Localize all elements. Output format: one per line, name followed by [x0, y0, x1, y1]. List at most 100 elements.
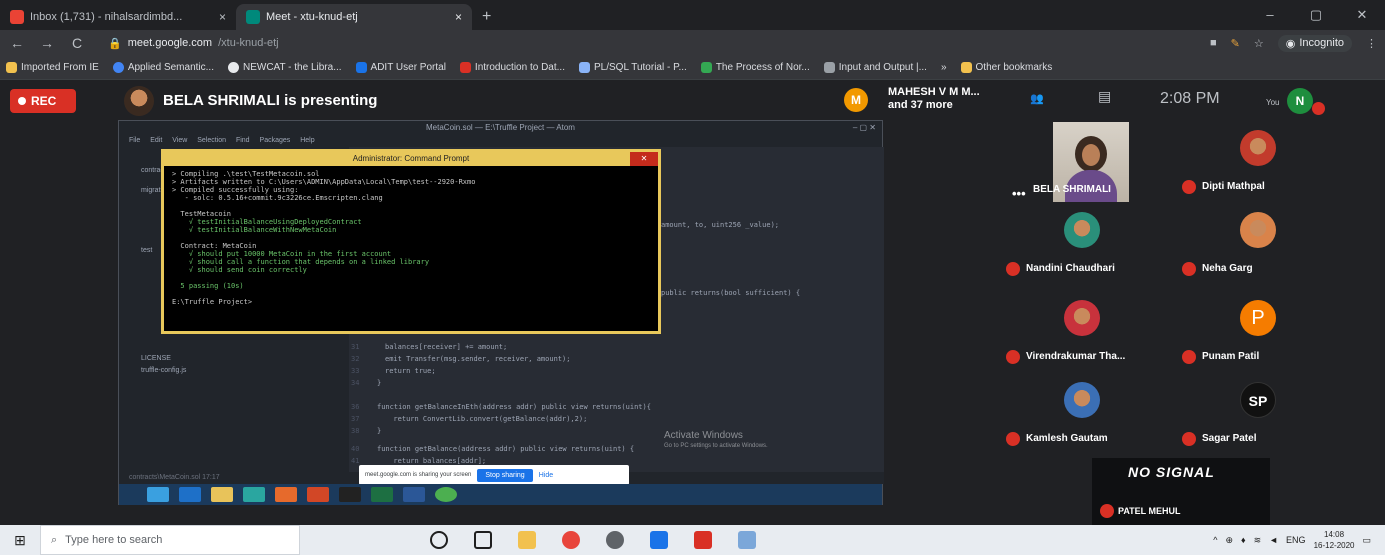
chat-icon[interactable]: ▤ [1098, 88, 1111, 105]
participant-tile[interactable]: Dipti Mathpal [1176, 122, 1336, 200]
line-number: 40 [351, 445, 360, 453]
bookmark-item[interactable]: NEWCAT - the Libra... [227, 62, 342, 73]
network-icon[interactable]: ⊕ [1225, 535, 1233, 546]
other-bookmarks[interactable]: Other bookmarks [960, 62, 1052, 73]
bookmark-item[interactable]: Input and Output |... [823, 62, 927, 73]
cmd-line: - solc: 0.5.16+commit.9c3226ce.Emscripte… [172, 194, 383, 202]
participant-tile[interactable]: P Punam Patil [1176, 292, 1336, 370]
bookmark-label: ADIT User Portal [370, 62, 446, 73]
no-signal-tile[interactable]: NO SIGNAL PATEL MEHUL [1092, 458, 1270, 525]
cortana-icon[interactable] [430, 531, 448, 549]
settings-icon[interactable] [606, 531, 624, 549]
minimize-button[interactable]: – [1247, 0, 1293, 30]
acrobat-icon[interactable] [694, 531, 712, 549]
close-window-button[interactable]: ✕ [1339, 0, 1385, 30]
site-icon [823, 62, 835, 73]
address-bar[interactable]: 🔒 meet.google.com/xtu-knud-etj [98, 33, 1198, 53]
system-tray: ^ ⊕ ♦ ≋ ◄ ENG 14:08 16-12-2020 ▭ [1213, 529, 1385, 551]
file-explorer-icon[interactable] [518, 531, 536, 549]
bookmark-item[interactable]: The Process of Nor... [700, 62, 810, 73]
window-controls: – ▢ ✕ [1247, 0, 1385, 30]
cmd-line: √ should put 10000 MetaCoin in the first… [172, 250, 392, 258]
share-banner-text: meet.google.com is sharing your screen [365, 472, 472, 478]
url-host: meet.google.com [127, 37, 213, 49]
bookmark-item[interactable]: ADIT User Portal [355, 62, 446, 73]
line-number: 31 [351, 343, 360, 351]
bookmarks-overflow[interactable]: » [941, 62, 947, 73]
code-line: } [377, 379, 382, 387]
wifi-icon[interactable]: ≋ [1254, 535, 1262, 546]
participant-tile[interactable]: SP Sagar Patel [1176, 374, 1336, 452]
ie-icon [179, 487, 201, 502]
participant-name: Neha Garg [1202, 263, 1253, 274]
cmd-line: > Artifacts written to C:\Users\ADMIN\Ap… [172, 178, 476, 186]
camera-icon[interactable]: ■ [1210, 37, 1217, 49]
shared-screen: MetaCoin.sol — E:\Truffle Project — Atom… [118, 120, 884, 505]
notification-center-icon[interactable]: ▭ [1362, 535, 1371, 546]
shared-taskbar [119, 484, 882, 505]
bookmark-item[interactable]: Introduction to Dat... [459, 62, 565, 73]
code-line: return ConvertLib.convert(getBalance(add… [385, 415, 588, 423]
participant-name: Sagar Patel [1202, 433, 1257, 444]
mail-icon[interactable] [650, 531, 668, 549]
self-avatar[interactable]: N [1287, 88, 1313, 114]
clock-time: 14:08 [1324, 530, 1345, 539]
maximize-button[interactable]: ▢ [1293, 0, 1339, 30]
participant-name: PATEL MEHUL [1118, 506, 1181, 516]
line-number: 38 [351, 427, 360, 435]
chevron-up-icon[interactable]: ^ [1213, 535, 1217, 545]
participant-avatar [1240, 212, 1276, 248]
chrome-icon[interactable] [562, 531, 580, 549]
task-view-icon[interactable] [474, 531, 492, 549]
network-drive-icon[interactable] [738, 531, 756, 549]
command-prompt-window: Administrator: Command Prompt ✕ > Compili… [161, 149, 661, 334]
windows-start-icon[interactable]: ⊞ [0, 532, 40, 549]
stop-sharing-button[interactable]: Stop sharing [477, 468, 533, 482]
others-label[interactable]: MAHESH V M M... and 37 more [888, 86, 980, 112]
close-tab-icon[interactable]: × [219, 10, 226, 24]
cmd-title: Administrator: Command Prompt [352, 154, 470, 163]
tab-strip: Inbox (1,731) - nihalsardimbd... × Meet … [0, 0, 1385, 30]
folder-icon [960, 62, 972, 73]
reload-button[interactable]: C [68, 35, 86, 51]
bookmark-item[interactable]: Applied Semantic... [112, 62, 214, 73]
presenter-face [1075, 136, 1107, 172]
bluetooth-icon[interactable]: ♦ [1241, 535, 1246, 545]
volume-icon[interactable]: ◄ [1269, 535, 1278, 545]
line-number: 33 [351, 367, 360, 375]
taskbar-search[interactable]: ⌕ Type here to search [40, 525, 300, 555]
taskbar-clock[interactable]: 14:08 16-12-2020 [1314, 529, 1355, 551]
incognito-badge[interactable]: ◉ Incognito [1277, 34, 1352, 52]
site-icon [112, 62, 124, 73]
browser-toolbar: ← → C 🔒 meet.google.com/xtu-knud-etj ■ ✎… [0, 30, 1385, 56]
tab-meet[interactable]: Meet - xtu-knud-etj × [236, 4, 472, 30]
hide-button[interactable]: Hide [539, 472, 553, 479]
participant-tile[interactable]: Neha Garg [1176, 204, 1336, 282]
language-label[interactable]: ENG [1286, 535, 1306, 545]
participant-tile[interactable]: Virendrakumar Tha... [1000, 292, 1160, 370]
participant-name: Kamlesh Gautam [1026, 433, 1108, 444]
menu-icon[interactable]: ⋮ [1366, 37, 1377, 50]
bookmarks-bar: Imported From IE Applied Semantic... NEW… [0, 56, 1385, 80]
forward-button[interactable]: → [38, 35, 56, 51]
mic-off-icon [1182, 180, 1196, 194]
more-options-icon[interactable]: ••• [1012, 186, 1026, 201]
new-tab-button[interactable]: + [472, 4, 501, 30]
participant-tile[interactable]: Nandini Chaudhari [1000, 204, 1160, 282]
bookmark-item[interactable]: Imported From IE [6, 62, 99, 73]
participant-tile[interactable]: Kamlesh Gautam [1000, 374, 1160, 452]
tab-gmail[interactable]: Inbox (1,731) - nihalsardimbd... × [0, 4, 236, 30]
cmd-output: > Compiling .\test\TestMetacoin.sol > Art… [164, 166, 658, 310]
participant-avatar [1064, 212, 1100, 248]
close-tab-icon[interactable]: × [455, 10, 462, 24]
bookmark-item[interactable]: PL/SQL Tutorial - P... [578, 62, 687, 73]
participant-avatar [1064, 300, 1100, 336]
mic-off-icon [1182, 350, 1196, 364]
site-icon [578, 62, 590, 73]
star-icon[interactable]: ☆ [1254, 37, 1264, 50]
back-button[interactable]: ← [8, 35, 26, 51]
key-icon[interactable]: ✎ [1231, 37, 1240, 50]
participants-icon[interactable]: 👥 [1030, 92, 1044, 105]
mic-off-icon [1006, 262, 1020, 276]
atom-title: MetaCoin.sol — E:\Truffle Project — Atom [426, 123, 575, 132]
